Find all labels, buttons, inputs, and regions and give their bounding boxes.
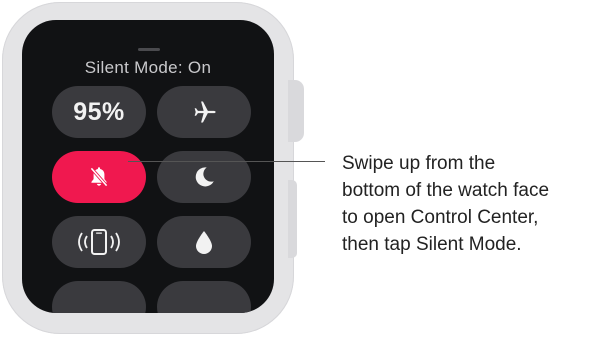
water-drop-icon [193,229,215,255]
ping-iphone-tile[interactable] [52,216,146,268]
moon-icon [191,164,217,190]
callout-line-1: Swipe up from the [342,153,496,174]
digital-crown[interactable] [288,80,304,142]
callout-line-4: then tap Silent Mode. [342,234,522,255]
battery-percentage-label: 95% [73,97,125,126]
phone-ping-icon [72,227,126,257]
water-lock-tile[interactable] [157,216,251,268]
grab-handle[interactable] [138,48,160,51]
airplane-icon [190,98,218,126]
callout-instructions: Swipe up from the bottom of the watch fa… [342,150,602,258]
partial-tile-left[interactable] [52,281,146,313]
silent-mode-status-title: Silent Mode: On [84,58,212,77]
airplane-mode-tile[interactable] [157,86,251,138]
do-not-disturb-tile[interactable] [157,151,251,203]
battery-tile[interactable]: 95% [52,86,146,138]
bell-slash-icon [86,164,112,190]
watch-screen: Silent Mode: On 95% [22,20,274,313]
silent-mode-tile[interactable] [52,151,146,203]
side-button[interactable] [288,180,297,258]
callout-line-3: to open Control Center, [342,207,539,228]
partial-tile-right[interactable] [157,281,251,313]
callout-line-2: bottom of the watch face [342,180,550,201]
callout-leader-line [128,161,325,162]
